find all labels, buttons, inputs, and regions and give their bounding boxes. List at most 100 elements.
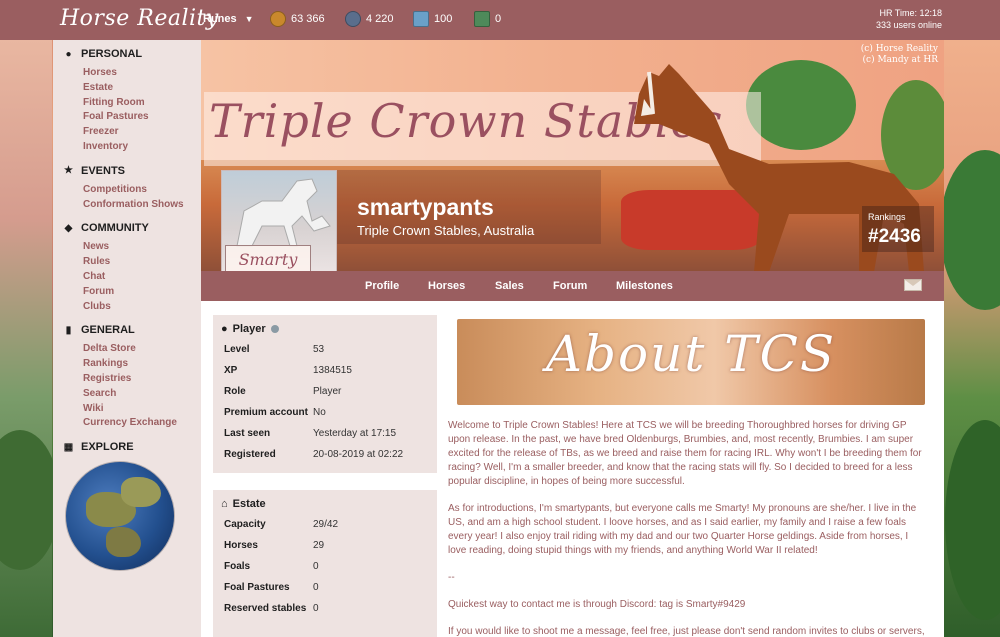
runes-dropdown[interactable]: Runes ▼ bbox=[203, 13, 254, 25]
tab-forum[interactable]: Forum bbox=[553, 280, 587, 292]
hr-time: HR Time: 12:18 bbox=[879, 8, 942, 18]
sidebar-item-chat[interactable]: Chat bbox=[83, 270, 201, 285]
site-logo[interactable]: Horse Reality bbox=[60, 6, 219, 31]
sidebar-section-personal: ● PERSONAL bbox=[63, 48, 201, 60]
row-value: 0 bbox=[313, 582, 319, 593]
top-bar: Horse Reality Runes ▼ 63 366 4 220 100 0 … bbox=[0, 0, 1000, 40]
user-location: Triple Crown Stables, Australia bbox=[357, 223, 535, 238]
row-key: Foals bbox=[224, 561, 251, 572]
sidebar-item-inventory[interactable]: Inventory bbox=[83, 140, 201, 155]
tab-horses[interactable]: Horses bbox=[428, 280, 465, 292]
estate-row-foal-pastures: Foal Pastures 0 bbox=[213, 577, 437, 598]
tab-sales[interactable]: Sales bbox=[495, 280, 524, 292]
sidebar-item-freezer[interactable]: Freezer bbox=[83, 125, 201, 140]
sidebar-item-competitions[interactable]: Competitions bbox=[83, 183, 201, 198]
row-key: Capacity bbox=[224, 519, 266, 530]
pass-ticket-icon bbox=[413, 11, 429, 27]
sidebar-item-registries[interactable]: Registries bbox=[83, 372, 201, 387]
row-key: Last seen bbox=[224, 428, 271, 439]
sidebar-item-news[interactable]: News bbox=[83, 240, 201, 255]
row-value: 1384515 bbox=[313, 365, 352, 376]
star-icon: ★ bbox=[64, 165, 73, 177]
sidebar-item-rules[interactable]: Rules bbox=[83, 255, 201, 270]
row-value: 29 bbox=[313, 540, 325, 551]
about-banner: About TCS bbox=[457, 319, 925, 405]
card-title: Player bbox=[232, 323, 266, 335]
cash-icon bbox=[474, 11, 490, 27]
sidebar-item-horses[interactable]: Horses bbox=[83, 66, 201, 81]
row-value: 53 bbox=[313, 344, 325, 355]
copyright-line: (c) Mandy at HR bbox=[862, 55, 938, 65]
row-value: 0 bbox=[313, 561, 319, 572]
home-icon: ⌂ bbox=[221, 498, 228, 510]
currency-value: 100 bbox=[434, 13, 453, 25]
sidebar-item-delta-store[interactable]: Delta Store bbox=[83, 342, 201, 357]
profile-banner: Triple Crown Stables (c) Horse Reality (… bbox=[201, 40, 944, 271]
player-card-header: ● Player bbox=[213, 315, 437, 335]
horse-token-icon bbox=[345, 11, 361, 27]
currency-pass[interactable]: 100 bbox=[413, 11, 452, 27]
sidebar-item-foal-pastures[interactable]: Foal Pastures bbox=[83, 110, 201, 125]
currency-cash[interactable]: 0 bbox=[474, 11, 501, 27]
player-card: ● Player Level 53 XP 1384515 Role Player Pr… bbox=[213, 315, 437, 473]
sidebar-item-conformation-shows[interactable]: Conformation Shows bbox=[83, 198, 201, 213]
row-value: Yesterday at 17:15 bbox=[313, 428, 397, 439]
row-key: Premium account bbox=[224, 407, 308, 418]
estate-card: ⌂ Estate Capacity 29/42 Horses 29 Foals 0 F… bbox=[213, 490, 437, 637]
globe-landmass bbox=[106, 527, 141, 558]
sidebar-item-search[interactable]: Search bbox=[83, 387, 201, 402]
sidebar-item-forum[interactable]: Forum bbox=[83, 285, 201, 300]
sidebar-item-currency-exchange[interactable]: Currency Exchange bbox=[83, 416, 201, 431]
row-key: Level bbox=[224, 344, 250, 355]
sidebar-item-estate[interactable]: Estate bbox=[83, 81, 201, 96]
estate-card-header: ⌂ Estate bbox=[213, 490, 437, 510]
tab-profile[interactable]: Profile bbox=[365, 280, 399, 292]
currency-gold[interactable]: 63 366 bbox=[270, 11, 325, 27]
section-title: GENERAL bbox=[81, 324, 135, 337]
banner-copyright: (c) Horse Reality (c) Mandy at HR bbox=[861, 44, 938, 66]
sidebar-item-fitting-room[interactable]: Fitting Room bbox=[83, 96, 201, 111]
description-paragraph: -- bbox=[448, 572, 455, 583]
row-key: Foal Pastures bbox=[224, 582, 290, 593]
estate-row-capacity: Capacity 29/42 bbox=[213, 514, 437, 535]
chevron-down-icon: ▼ bbox=[244, 14, 254, 24]
player-row-registered: Registered 20-08-2019 at 02:22 bbox=[213, 444, 437, 465]
row-value: No bbox=[313, 407, 326, 418]
user-icon: ● bbox=[221, 323, 228, 335]
explore-globe-map[interactable] bbox=[65, 461, 175, 572]
section-title: COMMUNITY bbox=[81, 222, 149, 235]
ranking-value: #2436 bbox=[868, 226, 921, 247]
estate-row-foals: Foals 0 bbox=[213, 556, 437, 577]
sidebar-item-wiki[interactable]: Wiki bbox=[83, 402, 201, 417]
currency-value: 63 366 bbox=[291, 13, 325, 25]
mail-icon[interactable] bbox=[904, 279, 922, 291]
sidebar-section-events: ★ EVENTS bbox=[63, 165, 201, 177]
row-value: Player bbox=[313, 386, 342, 397]
player-row-role: Role Player bbox=[213, 381, 437, 402]
currency-horse-token[interactable]: 4 220 bbox=[345, 11, 394, 27]
profile-content: ● Player Level 53 XP 1384515 Role Player Pr… bbox=[201, 301, 944, 637]
section-title: EVENTS bbox=[81, 164, 126, 177]
section-title: PERSONAL bbox=[81, 48, 143, 60]
chat-icon: ◆ bbox=[64, 222, 73, 234]
player-row-last-seen: Last seen Yesterday at 17:15 bbox=[213, 423, 437, 444]
sidebar-item-rankings[interactable]: Rankings bbox=[83, 357, 201, 372]
player-row-premium: Premium account No bbox=[213, 402, 437, 423]
tab-milestones[interactable]: Milestones bbox=[616, 280, 673, 292]
username: smartypants bbox=[357, 194, 494, 220]
card-title: Estate bbox=[232, 498, 266, 510]
map-icon: ▦ bbox=[63, 441, 74, 453]
row-value: 0 bbox=[313, 603, 319, 614]
sidebar-item-clubs[interactable]: Clubs bbox=[83, 300, 201, 315]
bookmark-icon: ▮ bbox=[65, 324, 72, 336]
runes-label: Runes bbox=[203, 13, 237, 25]
globe-landmass bbox=[121, 477, 161, 508]
description-paragraph: Quickest way to contact me is through Di… bbox=[448, 599, 746, 610]
avatar-name-script: Smarty bbox=[225, 245, 311, 271]
description-paragraph: If you would like to shoot me a message,… bbox=[448, 626, 925, 637]
profile-description: Welcome to Triple Crown Stables! Here at… bbox=[448, 419, 928, 637]
row-value: 29/42 bbox=[313, 519, 339, 530]
white-horse-icon bbox=[236, 178, 331, 247]
sidebar-section-community: ◆ COMMUNITY bbox=[63, 222, 201, 234]
sidebar-section-explore: ▦ EXPLORE bbox=[63, 441, 201, 453]
